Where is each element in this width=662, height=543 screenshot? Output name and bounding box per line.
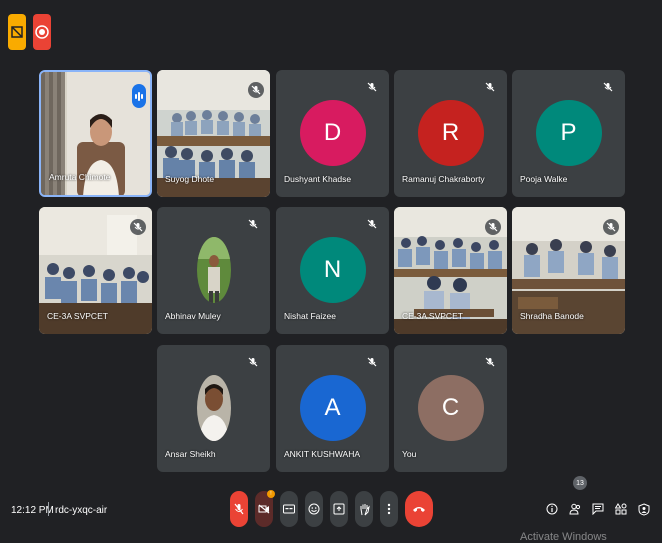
camera-button[interactable]: ! — [255, 490, 275, 527]
mic-off-indicator — [483, 355, 497, 369]
meeting-code: rdc-yxqc-air — [55, 505, 108, 516]
participant-name: CE-3A SVPCET — [47, 311, 108, 321]
activities-icon — [615, 503, 627, 515]
avatar — [196, 375, 231, 441]
mic-off-icon — [367, 82, 377, 92]
divider — [48, 502, 49, 516]
mic-off-icon — [606, 222, 616, 232]
participant-name: Ansar Sheikh — [165, 449, 216, 459]
people-button[interactable] — [568, 499, 582, 519]
participant-tile[interactable]: P Pooja Walke — [512, 70, 625, 197]
activate-windows-watermark: Activate Windows — [520, 531, 607, 543]
mic-off-indicator — [485, 219, 501, 235]
end-call-button[interactable] — [405, 491, 433, 527]
mic-off-indicator — [246, 217, 260, 231]
participant-tile[interactable]: Suyog Dhote — [157, 70, 270, 197]
participant-tile[interactable]: A ANKIT KUSHWAHA — [276, 345, 389, 472]
avatar: A — [299, 375, 366, 441]
mic-off-indicator — [130, 219, 146, 235]
captions-button[interactable] — [280, 491, 298, 527]
mic-off-icon — [367, 357, 377, 367]
avatar: N — [299, 237, 366, 303]
participant-tile[interactable]: N Nishat Faizee — [276, 207, 389, 334]
people-icon — [569, 503, 581, 515]
avatar: D — [299, 100, 366, 166]
presentation-badge[interactable] — [8, 14, 26, 50]
raise-hand-icon — [360, 503, 370, 515]
speaking-indicator — [132, 84, 146, 108]
mic-off-icon — [248, 357, 258, 367]
avatar: P — [535, 100, 602, 166]
participant-name: Suyog Dhote — [165, 174, 215, 184]
participant-name: Pooja Walke — [520, 174, 568, 184]
participant-name: CE-3A SVPCET — [402, 311, 463, 321]
mic-off-indicator — [365, 355, 379, 369]
participant-tile[interactable]: C You — [394, 345, 507, 472]
participant-tile[interactable]: R Ramanuj Chakraborty — [394, 70, 507, 197]
mic-off-indicator — [248, 82, 264, 98]
activities-button[interactable] — [614, 499, 628, 519]
participant-tile[interactable]: CE-3A SVPCET — [394, 207, 507, 334]
mic-off-icon — [367, 219, 377, 229]
mic-off-indicator — [603, 219, 619, 235]
camera-off-icon — [258, 504, 270, 514]
avatar: R — [417, 100, 484, 166]
chat-button[interactable] — [591, 499, 605, 519]
mic-off-indicator — [601, 80, 615, 94]
participant-name: Amruta Chimote — [49, 172, 111, 182]
participant-name: Ramanuj Chakraborty — [402, 174, 485, 184]
mic-off-icon — [248, 219, 258, 229]
more-options-button[interactable] — [380, 491, 398, 527]
participant-tile[interactable]: Ansar Sheikh — [157, 345, 270, 472]
chat-icon — [592, 503, 604, 515]
emoji-icon — [308, 503, 320, 515]
emoji-button[interactable] — [305, 491, 323, 527]
record-icon — [35, 25, 49, 39]
participant-name: Abhinav Muley — [165, 311, 221, 321]
host-controls-button[interactable] — [637, 499, 651, 519]
participant-tile[interactable]: Abhinav Muley — [157, 207, 270, 334]
participant-tile[interactable]: D Dushyant Khadse — [276, 70, 389, 197]
profile-photo — [196, 375, 231, 441]
warning-badge: ! — [267, 490, 275, 498]
mic-off-indicator — [483, 80, 497, 94]
recording-badge[interactable] — [33, 14, 51, 50]
mic-off-icon — [603, 82, 613, 92]
mic-off-indicator — [246, 355, 260, 369]
mic-off-icon — [133, 222, 143, 232]
control-bar: 12:12 PM rdc-yxqc-air ! — [0, 487, 662, 533]
mic-off-indicator — [365, 217, 379, 231]
avatar: C — [417, 375, 484, 441]
avatar — [196, 237, 231, 303]
mic-off-icon — [251, 85, 261, 95]
participant-name: ANKIT KUSHWAHA — [284, 449, 361, 459]
raise-hand-button[interactable] — [355, 491, 373, 527]
meeting-details-button[interactable] — [545, 499, 559, 519]
end-call-icon — [413, 507, 425, 512]
mic-off-icon — [488, 222, 498, 232]
participant-name: You — [402, 449, 417, 459]
info-icon — [546, 503, 558, 515]
participant-name: Dushyant Khadse — [284, 174, 352, 184]
mic-off-indicator — [365, 80, 379, 94]
more-options-icon — [387, 503, 391, 515]
participant-count-badge: 13 — [573, 476, 587, 490]
mic-off-icon — [485, 82, 495, 92]
profile-photo — [196, 237, 231, 303]
present-icon — [333, 503, 345, 515]
participant-name: Shradha Banode — [520, 311, 584, 321]
participant-tile[interactable]: Shradha Banode — [512, 207, 625, 334]
captions-icon — [283, 504, 295, 514]
participant-tile[interactable]: Amruta Chimote — [39, 70, 152, 197]
presentation-icon — [11, 26, 23, 38]
participant-name: Nishat Faizee — [284, 311, 336, 321]
present-button[interactable] — [330, 491, 348, 527]
mic-off-icon — [485, 357, 495, 367]
participant-tile[interactable]: CE-3A SVPCET — [39, 207, 152, 334]
microphone-button[interactable] — [230, 491, 248, 527]
host-controls-icon — [638, 502, 650, 516]
mic-off-icon — [234, 503, 244, 515]
